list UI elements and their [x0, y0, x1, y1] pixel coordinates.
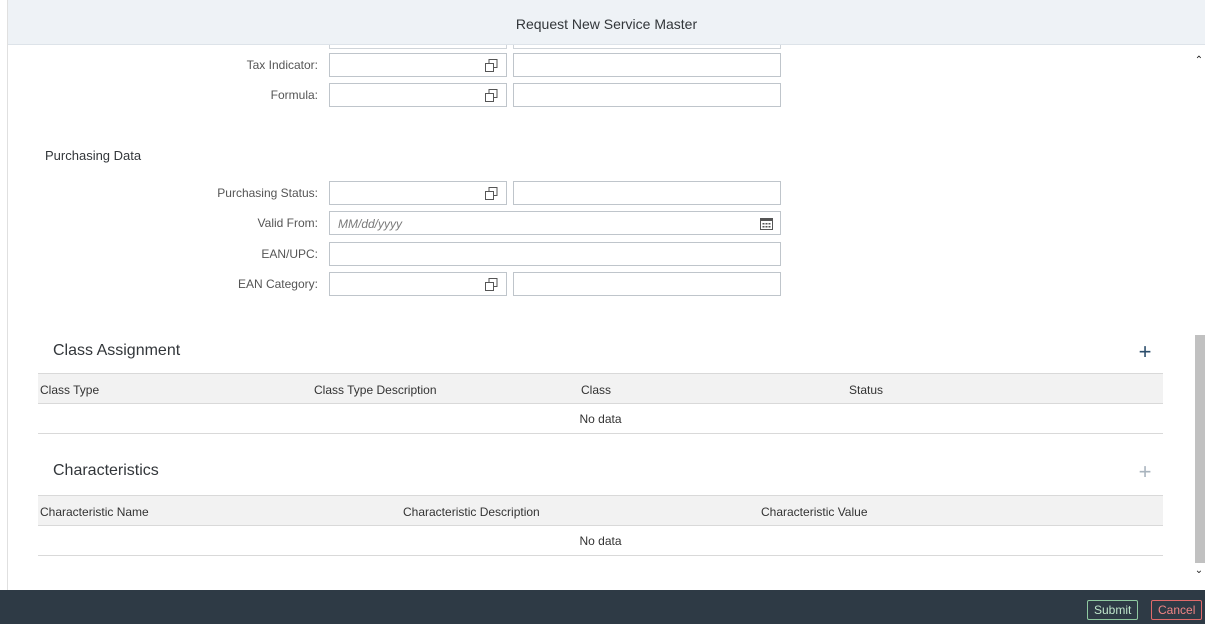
table-header: Class Type Class Type Description Class … [38, 373, 1163, 404]
scroll-up-icon[interactable]: ⌃ [1193, 55, 1205, 67]
column-header[interactable]: Class [581, 383, 611, 397]
ean-upc-label: EAN/UPC: [261, 247, 318, 261]
submit-button[interactable]: Submit [1087, 600, 1139, 620]
no-data-row: No data [38, 404, 1163, 434]
formula-input[interactable] [329, 83, 507, 107]
valid-from-date-picker[interactable]: MM/dd/yyyy [329, 211, 781, 235]
valid-from-row: Valid From: [8, 211, 318, 235]
vertical-scrollbar[interactable]: ⌃ ⌄ [1193, 45, 1205, 590]
dialog-header: Request New Service Master [8, 0, 1205, 45]
scrollbar-thumb[interactable] [1195, 335, 1205, 563]
ean-category-input[interactable] [329, 272, 507, 296]
value-help-icon[interactable] [485, 278, 498, 291]
tax-indicator-description [513, 53, 781, 77]
no-data-text: No data [579, 534, 622, 548]
no-data-text: No data [579, 412, 622, 426]
formula-row: Formula: [8, 83, 318, 107]
column-header[interactable]: Class Type Description [314, 383, 437, 397]
clipped-field-description [513, 45, 781, 49]
column-header[interactable]: Characteristic Value [761, 505, 868, 519]
tax-indicator-label: Tax Indicator: [246, 58, 318, 72]
ean-upc-input[interactable] [329, 242, 781, 266]
add-characteristic-button[interactable]: + [1135, 461, 1155, 483]
table-header: Characteristic Name Characteristic Descr… [38, 495, 1163, 526]
dialog-title: Request New Service Master [515, 16, 698, 32]
dialog-content: Tax Indicator: Formula: Purchasing Data … [8, 45, 1205, 590]
formula-description [513, 83, 781, 107]
characteristics-title: Characteristics [53, 462, 159, 479]
calendar-icon[interactable] [760, 217, 773, 230]
valid-from-label: Valid From: [257, 216, 318, 230]
tax-indicator-input[interactable] [329, 53, 507, 77]
purchasing-status-input[interactable] [329, 181, 507, 205]
column-header[interactable]: Characteristic Name [40, 505, 149, 519]
tax-indicator-row: Tax Indicator: [8, 53, 318, 77]
ean-category-label: EAN Category: [237, 277, 318, 291]
column-header[interactable]: Class Type [40, 383, 99, 397]
class-assignment-title: Class Assignment [53, 342, 181, 359]
ean-category-row: EAN Category: [8, 272, 318, 296]
dialog-footer: Submit Cancel [0, 590, 1205, 624]
ean-category-description [513, 272, 781, 296]
valid-from-placeholder: MM/dd/yyyy [338, 217, 403, 231]
purchasing-status-row: Purchasing Status: [8, 181, 318, 205]
left-edge [0, 0, 8, 592]
scroll-down-icon[interactable]: ⌄ [1193, 565, 1205, 577]
add-class-button[interactable]: + [1135, 341, 1155, 363]
class-assignment-table: Class Type Class Type Description Class … [38, 373, 1163, 434]
column-header[interactable]: Status [849, 383, 883, 397]
ean-upc-row: EAN/UPC: [8, 242, 318, 266]
purchasing-status-label: Purchasing Status: [217, 186, 318, 200]
value-help-icon[interactable] [485, 59, 498, 72]
column-header[interactable]: Characteristic Description [403, 505, 540, 519]
formula-label: Formula: [270, 88, 318, 102]
clipped-field [329, 45, 507, 49]
purchasing-status-description [513, 181, 781, 205]
value-help-icon[interactable] [485, 187, 498, 200]
characteristics-table: Characteristic Name Characteristic Descr… [38, 495, 1163, 556]
cancel-button[interactable]: Cancel [1151, 600, 1203, 620]
purchasing-data-title: Purchasing Data [45, 148, 142, 163]
value-help-icon[interactable] [485, 89, 498, 102]
no-data-row: No data [38, 526, 1163, 556]
